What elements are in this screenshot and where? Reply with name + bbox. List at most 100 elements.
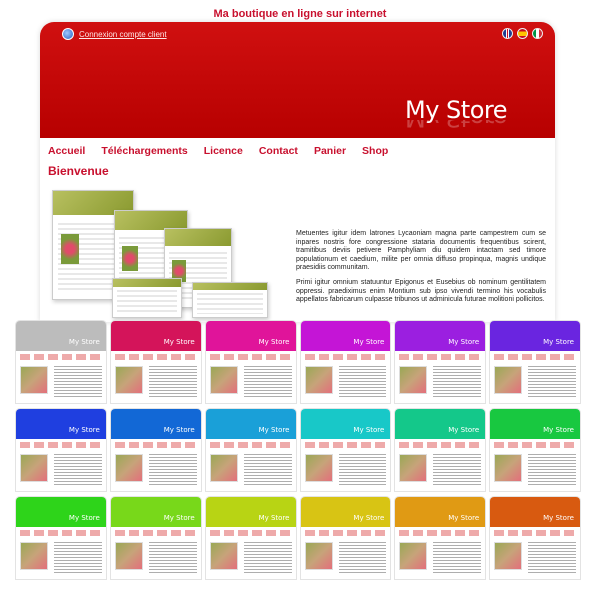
- thumbnail-text: [148, 454, 197, 485]
- color-variants-grid: My Store My Store My Store My Store My Store…: [15, 320, 581, 580]
- theme-variant-thumbnail: My Store: [109, 320, 202, 404]
- thumbnail-store-title: My Store: [68, 338, 100, 346]
- login-label[interactable]: Connexion compte client: [79, 30, 167, 39]
- thumbnail-image: [114, 454, 143, 482]
- thumbnail-header: My Store: [16, 321, 106, 351]
- thumbnail-header: My Store: [490, 497, 580, 527]
- thumbnail-image: [114, 542, 143, 570]
- thumbnail-header: My Store: [490, 409, 580, 439]
- thumbnail-nav: [114, 530, 197, 536]
- thumbnail-nav: [494, 442, 576, 448]
- thumbnail-header: My Store: [300, 409, 391, 439]
- thumbnail-store-title: My Store: [353, 426, 385, 434]
- thumbnail-image: [494, 454, 523, 482]
- thumbnail-header: My Store: [395, 409, 486, 439]
- thumbnail-nav: [304, 442, 387, 448]
- nav-contact[interactable]: Contact: [259, 145, 298, 157]
- thumbnail-header: My Store: [205, 409, 296, 439]
- thumbnail-nav: [399, 530, 482, 536]
- thumbnail-nav: [304, 354, 387, 360]
- theme-variant-thumbnail: My Store: [299, 408, 392, 492]
- theme-variant-thumbnail: My Store: [15, 320, 107, 404]
- theme-variant-thumbnail: My Store: [299, 496, 392, 580]
- thumbnail-image: [114, 366, 143, 394]
- thumbnail-text: [338, 366, 387, 397]
- thumbnail-store-title: My Store: [543, 426, 574, 434]
- thumbnail-nav: [209, 442, 292, 448]
- thumbnail-image: [209, 454, 238, 482]
- theme-variant-thumbnail: My Store: [394, 496, 487, 580]
- paragraph-2: Primi igitur omnium statuuntur Epigonus …: [296, 278, 546, 304]
- thumbnail-header: My Store: [395, 321, 486, 351]
- thumbnail-image: [20, 542, 48, 570]
- store-preview: Connexion compte client My Store My Stor…: [40, 22, 555, 322]
- nav-telechargements[interactable]: Téléchargements: [101, 145, 187, 157]
- flag-en-icon[interactable]: [502, 28, 513, 39]
- thumbnail-header: My Store: [110, 497, 201, 527]
- theme-variant-thumbnail: My Store: [204, 408, 297, 492]
- thumbnail-header: My Store: [110, 409, 201, 439]
- theme-variant-thumbnail: My Store: [204, 496, 297, 580]
- flag-es-icon[interactable]: [517, 28, 528, 39]
- thumbnail-store-title: My Store: [448, 338, 480, 346]
- thumbnail-image: [304, 366, 333, 394]
- theme-variant-thumbnail: My Store: [109, 408, 202, 492]
- flag-it-icon[interactable]: [532, 28, 543, 39]
- theme-variant-thumbnail: My Store: [489, 496, 581, 580]
- thumbnail-store-title: My Store: [543, 514, 574, 522]
- theme-variant-thumbnail: My Store: [299, 320, 392, 404]
- thumbnail-store-title: My Store: [258, 426, 290, 434]
- thumbnail-nav: [399, 354, 482, 360]
- thumbnail-text: [243, 454, 292, 485]
- thumbnail-text: [243, 542, 292, 573]
- thumbnail-image: [399, 542, 428, 570]
- thumbnail-store-title: My Store: [258, 514, 290, 522]
- screenshots-illustration: [52, 190, 268, 320]
- thumbnail-nav: [209, 354, 292, 360]
- theme-variant-thumbnail: My Store: [15, 496, 107, 580]
- nav-shop[interactable]: Shop: [362, 145, 388, 157]
- thumbnail-text: [528, 454, 576, 485]
- thumbnail-store-title: My Store: [163, 514, 195, 522]
- thumbnail-header: My Store: [395, 497, 486, 527]
- thumbnail-nav: [20, 354, 102, 360]
- thumbnail-image: [399, 454, 428, 482]
- thumbnail-nav: [20, 442, 102, 448]
- thumbnail-image: [494, 542, 523, 570]
- thumbnail-nav: [304, 530, 387, 536]
- thumbnail-store-title: My Store: [163, 338, 195, 346]
- thumbnail-image: [209, 542, 238, 570]
- thumbnail-store-title: My Store: [448, 426, 480, 434]
- thumbnail-store-title: My Store: [68, 514, 100, 522]
- theme-variant-thumbnail: My Store: [489, 320, 581, 404]
- thumbnail-image: [304, 454, 333, 482]
- mock-screen-5: [192, 282, 268, 318]
- thumbnail-image: [20, 366, 48, 394]
- thumbnail-text: [338, 454, 387, 485]
- user-icon: [62, 28, 74, 40]
- thumbnail-store-title: My Store: [163, 426, 195, 434]
- thumbnail-text: [54, 542, 102, 573]
- thumbnail-header: My Store: [110, 321, 201, 351]
- theme-variant-thumbnail: My Store: [394, 408, 487, 492]
- thumbnail-store-title: My Store: [68, 426, 100, 434]
- thumbnail-image: [494, 366, 523, 394]
- thumbnail-header: My Store: [490, 321, 580, 351]
- thumbnail-store-title: My Store: [353, 514, 385, 522]
- theme-variant-thumbnail: My Store: [489, 408, 581, 492]
- thumbnail-text: [54, 454, 102, 485]
- page-title: Bienvenue: [48, 164, 109, 178]
- paragraph-1: Metuentes igitur idem latrones Lycaoniam…: [296, 230, 546, 272]
- nav-panier[interactable]: Panier: [314, 145, 346, 157]
- thumbnail-text: [148, 542, 197, 573]
- thumbnail-nav: [209, 530, 292, 536]
- mock-screen-4: [112, 278, 182, 318]
- nav-accueil[interactable]: Accueil: [48, 145, 85, 157]
- thumbnail-header: My Store: [16, 497, 106, 527]
- login-link[interactable]: Connexion compte client: [62, 28, 167, 40]
- nav-licence[interactable]: Licence: [204, 145, 243, 157]
- thumbnail-image: [209, 366, 238, 394]
- theme-variant-thumbnail: My Store: [15, 408, 107, 492]
- thumbnail-text: [148, 366, 197, 397]
- thumbnail-text: [433, 454, 482, 485]
